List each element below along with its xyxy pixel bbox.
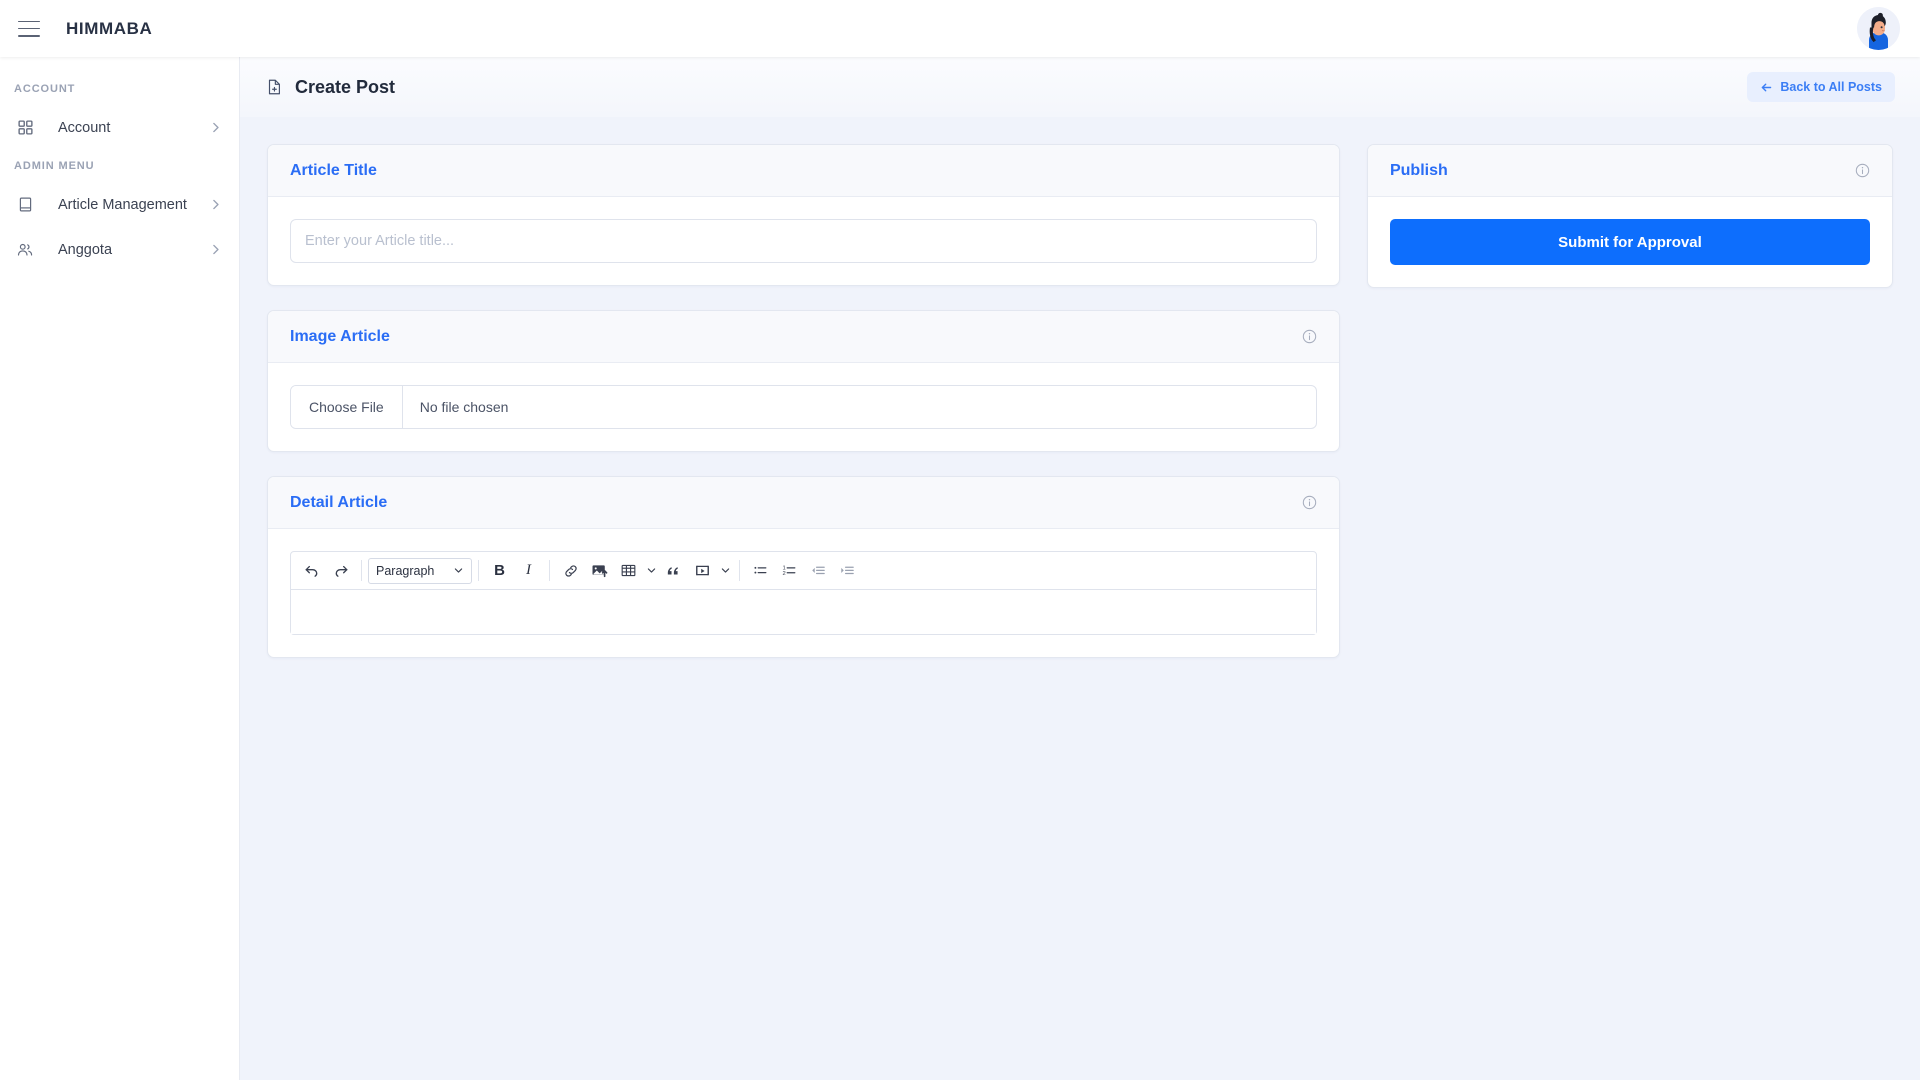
info-circle-icon[interactable] — [1855, 163, 1870, 178]
quote-icon[interactable] — [659, 557, 688, 585]
chevron-right-icon — [209, 198, 223, 212]
image-article-card: Image Article Choose File No file chosen — [267, 310, 1340, 452]
chevron-down-icon[interactable] — [717, 557, 733, 585]
detail-article-card: Detail Article Paragraph B I 1 2 — [267, 476, 1340, 658]
rich-text-editor: Paragraph B I 1 2 — [290, 551, 1317, 635]
info-circle-icon[interactable] — [1302, 495, 1317, 510]
book-icon — [14, 194, 36, 216]
file-status-label: No file chosen — [419, 399, 509, 415]
submit-for-approval-button[interactable]: Submit for Approval — [1389, 219, 1870, 265]
image-upload-icon[interactable] — [585, 557, 614, 585]
file-input-row[interactable]: Choose File No file chosen — [290, 385, 1317, 429]
italic-button[interactable]: I — [514, 557, 543, 585]
sidebar-item-anggota[interactable]: Anggota — [0, 227, 239, 272]
article-title-card: Article Title — [267, 144, 1340, 286]
article-title-input[interactable] — [290, 219, 1317, 263]
toolbar-divider — [478, 560, 479, 581]
back-button-label: Back to All Posts — [1780, 80, 1882, 94]
block-format-value: Paragraph — [376, 563, 435, 578]
sidebar-caption-account: ACCOUNT — [14, 83, 76, 95]
sidebar-item-label: Account — [58, 119, 111, 136]
image-article-card-body: Choose File No file chosen — [268, 363, 1339, 451]
indent-icon[interactable] — [833, 557, 862, 585]
info-circle-icon[interactable] — [1302, 329, 1317, 344]
editor-toolbar: Paragraph B I 1 2 — [291, 552, 1316, 590]
page-title-text: Create Post — [295, 76, 396, 97]
article-title-card-body — [268, 197, 1339, 285]
card-title: Article Title — [290, 161, 377, 179]
image-article-card-header: Image Article — [268, 311, 1339, 363]
editor-content-area[interactable] — [291, 590, 1316, 634]
grid-icon — [14, 117, 36, 139]
brand-logo[interactable]: HIMMABA — [66, 19, 152, 39]
toolbar-divider — [739, 560, 740, 581]
sidebar: ACCOUNT Account ADMIN MENU Article Manag… — [0, 57, 240, 1080]
file-plus-icon — [265, 78, 284, 97]
detail-article-card-header: Detail Article — [268, 477, 1339, 529]
toolbar-divider — [361, 560, 362, 581]
publish-card: Publish Submit for Approval — [1366, 144, 1893, 288]
choose-file-button[interactable]: Choose File — [291, 386, 403, 428]
sidebar-caption-admin-menu: ADMIN MENU — [14, 160, 95, 172]
bold-button[interactable]: B — [485, 557, 514, 585]
page-header: Create Post Back to All Posts — [240, 57, 1920, 117]
chevron-down-icon — [453, 565, 464, 576]
toolbar-divider — [549, 560, 550, 581]
table-icon[interactable] — [614, 557, 643, 585]
sidebar-item-label: Anggota — [58, 241, 113, 258]
bullet-list-icon[interactable] — [746, 557, 775, 585]
chevron-right-icon — [209, 243, 223, 257]
top-navbar: HIMMABA — [0, 0, 1920, 57]
card-title: Image Article — [290, 327, 390, 345]
card-title: Publish — [1389, 161, 1448, 179]
user-avatar[interactable] — [1857, 7, 1900, 50]
avatar-illustration — [1857, 7, 1900, 50]
main-content: Article Title Image Article Choose File — [240, 117, 1920, 1080]
card-title: Detail Article — [290, 493, 388, 511]
arrow-left-icon — [1760, 81, 1773, 94]
back-to-all-posts-button[interactable]: Back to All Posts — [1747, 72, 1895, 102]
sidebar-item-article-management[interactable]: Article Management — [0, 182, 239, 227]
page-title: Create Post — [265, 77, 395, 98]
publish-card-header: Publish — [1367, 145, 1892, 197]
video-icon[interactable] — [688, 557, 717, 585]
users-icon — [14, 239, 36, 261]
video-button-group[interactable] — [688, 557, 733, 585]
sidebar-item-account[interactable]: Account — [0, 105, 239, 150]
outdent-icon[interactable] — [804, 557, 833, 585]
sidebar-item-label: Article Management — [58, 196, 187, 213]
article-title-card-header: Article Title — [268, 145, 1339, 197]
detail-article-card-body: Paragraph B I 1 2 — [268, 529, 1339, 657]
numbered-list-icon[interactable]: 1 2 — [775, 557, 804, 585]
redo-icon[interactable] — [326, 557, 355, 585]
chevron-down-icon[interactable] — [643, 557, 659, 585]
link-icon[interactable] — [556, 557, 585, 585]
svg-text:2: 2 — [783, 571, 786, 577]
table-button-group[interactable] — [614, 557, 659, 585]
block-format-select[interactable]: Paragraph — [368, 557, 472, 584]
right-column: Publish Submit for Approval — [1366, 144, 1893, 288]
hamburger-icon[interactable] — [18, 20, 40, 37]
publish-card-body: Submit for Approval — [1368, 197, 1892, 287]
chevron-right-icon — [209, 121, 223, 135]
left-column: Article Title Image Article Choose File — [267, 144, 1340, 658]
undo-icon[interactable] — [297, 557, 326, 585]
